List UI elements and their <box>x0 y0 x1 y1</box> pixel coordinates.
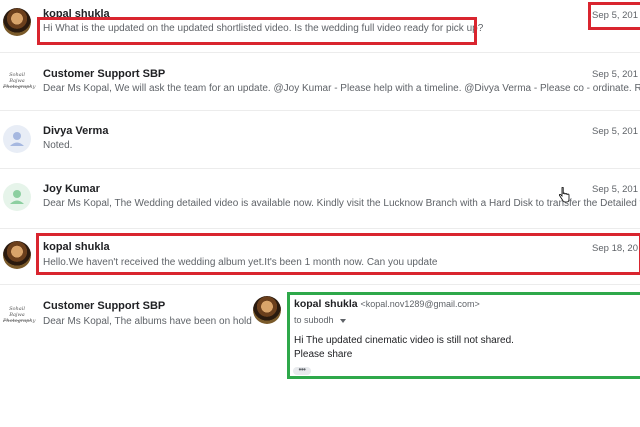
expanded-body-line-1: Hi The updated cinematic video is still … <box>294 335 514 346</box>
expanded-body-line-2: Please share <box>294 349 353 360</box>
hand-cursor-icon <box>558 187 570 203</box>
recipient-label: to subodh <box>294 315 334 325</box>
message-snippet: Dear Ms Kopal, The albums have been on h… <box>43 316 252 327</box>
sender-name: Divya Verma <box>43 125 109 137</box>
message-row[interactable]: Sohail Bajwa Photography Customer Suppor… <box>0 52 640 111</box>
email-thread: kopal shukla Hi What is the updated on t… <box>0 0 640 427</box>
highlight-box-message <box>36 233 640 275</box>
expanded-sender: kopal shukla <box>294 298 358 310</box>
avatar <box>3 125 31 153</box>
message-date: Sep 5, 201 <box>592 69 638 80</box>
message-row[interactable]: Joy Kumar Dear Ms Kopal, The Wedding det… <box>0 168 640 229</box>
highlight-box-snippet <box>37 17 477 45</box>
show-trimmed-content-button[interactable]: ••• <box>293 366 311 375</box>
expanded-message: kopal shukla <kopal.nov1289@gmail.com> t… <box>287 292 640 379</box>
expanded-email: <kopal.nov1289@gmail.com> <box>360 299 480 309</box>
sender-name: Customer Support SBP <box>43 300 166 312</box>
message-snippet: Dear Ms Kopal, We will ask the team for … <box>43 83 640 94</box>
message-date: Sep 5, 201 <box>592 184 638 195</box>
recipient-dropdown[interactable]: to subodh <box>294 315 347 325</box>
brand-logo: Sohail Bajwa Photography <box>3 72 36 90</box>
avatar <box>3 8 31 36</box>
avatar <box>3 241 31 269</box>
avatar <box>253 296 281 324</box>
person-icon <box>10 190 24 204</box>
brand-logo: Sohail Bajwa Photography <box>3 306 36 324</box>
person-icon <box>10 132 24 146</box>
avatar <box>3 183 31 211</box>
highlight-box-date <box>588 2 640 30</box>
message-row[interactable]: Divya Verma Noted. Sep 5, 201 <box>0 110 640 169</box>
message-snippet: Dear Ms Kopal, The Wedding detailed vide… <box>43 198 640 209</box>
sender-name: Customer Support SBP <box>43 68 166 80</box>
sender-name: Joy Kumar <box>43 183 100 195</box>
message-date: Sep 5, 201 <box>592 126 638 137</box>
message-snippet: Noted. <box>43 140 73 151</box>
chevron-down-icon <box>340 318 347 323</box>
